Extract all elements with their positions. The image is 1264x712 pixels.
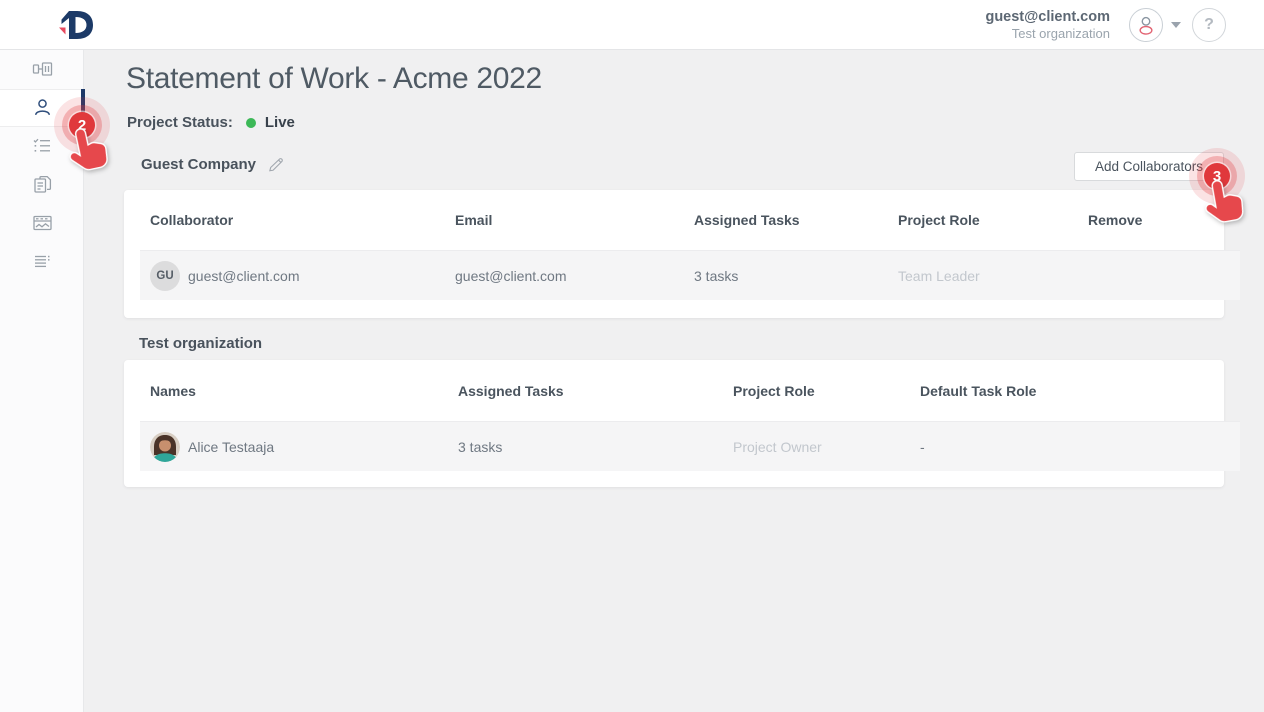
sidebar-item-reports[interactable] [0,204,84,243]
user-email: guest@client.com [985,8,1110,26]
sidebar-item-log[interactable] [0,243,84,282]
member-cell: Alice Testaaja [140,432,448,462]
default-task-role-cell: - [910,439,1240,455]
table-row[interactable]: Alice Testaaja 3 tasks Project Owner - [140,421,1240,471]
user-organization: Test organization [985,26,1110,42]
tasks-cell: 3 tasks [684,268,888,284]
table-row[interactable]: GU guest@client.com guest@client.com 3 t… [140,250,1240,300]
tasks-icon [32,136,52,156]
active-item-indicator [81,89,85,128]
guest-collaborators-card: Collaborator Email Assigned Tasks Projec… [124,190,1224,318]
process-icon [32,59,53,79]
project-role-cell: Team Leader [888,268,1078,284]
log-icon [32,252,52,272]
project-status-row: Project Status: Live [127,114,295,131]
org-table-header: Names Assigned Tasks Project Role Defaul… [140,360,1210,421]
question-mark-icon: ? [1204,16,1214,34]
email-cell: guest@client.com [445,268,684,284]
col-assigned-tasks: Assigned Tasks [448,383,723,399]
guest-table-header: Collaborator Email Assigned Tasks Projec… [140,190,1210,250]
person-icon [1133,12,1159,38]
guest-company-header: Guest Company [141,156,284,173]
edit-pencil-icon[interactable] [267,156,284,173]
guest-company-title: Guest Company [141,156,256,173]
col-remove: Remove [1078,212,1210,228]
project-status-value: Live [265,114,295,131]
help-button[interactable]: ? [1192,8,1226,42]
documents-icon [32,174,53,195]
member-name: Alice Testaaja [188,439,274,455]
app-logo[interactable] [54,7,96,48]
col-assigned-tasks: Assigned Tasks [684,212,888,228]
add-collaborators-button[interactable]: Add Collaborators [1074,152,1224,181]
report-icon [32,213,53,233]
page-title: Statement of Work - Acme 2022 [126,62,542,96]
collaborator-name: guest@client.com [188,268,299,284]
people-icon [32,97,53,118]
status-live-dot [246,118,256,128]
brand-1d-icon [54,7,96,43]
sidebar-item-process[interactable] [0,50,84,89]
sidebar-item-collaborators[interactable] [0,89,84,128]
chevron-down-icon[interactable] [1171,22,1181,28]
tasks-cell: 3 tasks [448,439,723,455]
col-email: Email [445,212,684,228]
avatar [150,432,180,462]
sidebar [0,50,84,712]
user-avatar-button[interactable] [1129,8,1163,42]
col-collaborator: Collaborator [140,212,445,228]
topbar: guest@client.com Test organization ? [0,0,1264,50]
collaborator-cell: GU guest@client.com [140,261,445,291]
project-status-label: Project Status: [127,114,233,131]
user-info[interactable]: guest@client.com Test organization [985,8,1110,42]
col-names: Names [140,383,448,399]
col-project-role: Project Role [723,383,910,399]
col-project-role: Project Role [888,212,1078,228]
app-window: guest@client.com Test organization ? [0,0,1264,712]
col-default-task-role: Default Task Role [910,383,1210,399]
org-section-title: Test organization [139,335,262,352]
sidebar-item-documents[interactable] [0,166,84,205]
sidebar-item-tasks[interactable] [0,127,84,166]
org-members-card: Names Assigned Tasks Project Role Defaul… [124,360,1224,487]
project-role-cell: Project Owner [723,439,910,455]
avatar: GU [150,261,180,291]
